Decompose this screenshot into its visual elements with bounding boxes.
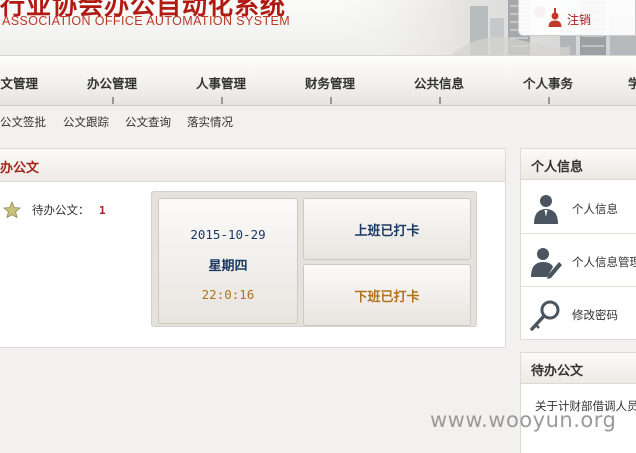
nav-item-office[interactable]: 办公管理 — [87, 73, 137, 92]
main-nav: 公文管理 办公管理 人事管理 财务管理 公共信息 个人事务 学 — [0, 56, 636, 106]
pending-documents-panel: 待办公文 待办公文： 1 2015-10-29 星期四 22:0:16 上班已打… — [0, 148, 506, 348]
header-banner: 行业协会办公自动化系统 ASSOCIATION OFFICE AUTOMATIO… — [0, 0, 636, 56]
logout-label: 注销 — [567, 13, 592, 27]
watermark-text: www.wooyun.org — [430, 408, 617, 432]
pending-count-label: 待办公文： — [32, 203, 90, 217]
clock-in-button[interactable]: 上班已打卡 — [303, 198, 471, 260]
nav-divider-tick — [439, 97, 441, 104]
panel-header: 待办公文 — [0, 149, 505, 182]
nav-item-study[interactable]: 学 — [628, 73, 636, 92]
clock-out-label: 下班已打卡 — [354, 290, 420, 305]
clock-out-button[interactable]: 下班已打卡 — [303, 264, 471, 326]
logout-button[interactable]: 注销 — [518, 0, 636, 36]
key-icon — [530, 300, 560, 331]
pending-docs-list-panel: 待办公文 关于计财部借调人员 — [520, 352, 636, 453]
pending-count-link[interactable]: 1 — [99, 204, 106, 217]
current-date: 2015-10-29 — [190, 227, 266, 242]
user-icon — [534, 195, 558, 224]
panel-header: 个人信息 — [521, 149, 636, 180]
attendance-clock: 2015-10-29 星期四 22:0:16 上班已打卡 下班已打卡 — [151, 191, 477, 327]
date-time-tile: 2015-10-29 星期四 22:0:16 — [158, 198, 298, 324]
panel-header: 待办公文 — [521, 353, 636, 384]
user-logout-icon — [548, 8, 562, 27]
nav-divider-tick — [221, 97, 223, 104]
nav-item-document[interactable]: 公文管理 — [0, 73, 38, 92]
subnav-item-query[interactable]: 公文查询 — [125, 114, 171, 130]
panel-title: 待办公文 — [531, 364, 584, 379]
star-icon — [3, 201, 21, 219]
nav-item-public-info[interactable]: 公共信息 — [414, 73, 464, 92]
nav-item-hr[interactable]: 人事管理 — [196, 73, 246, 92]
user-edit-icon — [531, 248, 562, 279]
menu-item-personal-info-management[interactable]: 个人信息管理 — [521, 235, 636, 287]
nav-item-personal-affairs[interactable]: 个人事务 — [523, 73, 573, 92]
menu-item-change-password[interactable]: 修改密码 — [521, 288, 636, 340]
app-root: 行业协会办公自动化系统 ASSOCIATION OFFICE AUTOMATIO… — [0, 0, 636, 453]
nav-divider-tick — [330, 97, 332, 104]
personal-info-panel: 个人信息 个人信息 个人信息管理 修改密码 — [520, 148, 636, 340]
menu-item-personal-info[interactable]: 个人信息 — [521, 182, 636, 234]
sub-nav: 公文签批 公文跟踪 公文查询 落实情况 — [0, 106, 636, 136]
menu-item-label: 个人信息管理 — [572, 255, 636, 269]
current-time: 22:0:16 — [201, 287, 255, 302]
panel-title: 个人信息 — [531, 160, 584, 175]
clock-in-label: 上班已打卡 — [354, 224, 420, 239]
nav-divider-tick — [548, 97, 550, 104]
menu-item-label: 修改密码 — [572, 308, 618, 322]
menu-item-label: 个人信息 — [572, 202, 618, 216]
subnav-item-implementation[interactable]: 落实情况 — [187, 114, 233, 130]
nav-item-finance[interactable]: 财务管理 — [305, 73, 355, 92]
system-subtitle: ASSOCIATION OFFICE AUTOMATION SYSTEM — [2, 14, 291, 28]
subnav-item-tracking[interactable]: 公文跟踪 — [63, 114, 109, 130]
panel-title: 待办公文 — [0, 161, 40, 176]
nav-divider-tick — [112, 97, 114, 104]
current-weekday: 星期四 — [208, 259, 248, 274]
subnav-item-approval[interactable]: 公文签批 — [0, 114, 46, 130]
